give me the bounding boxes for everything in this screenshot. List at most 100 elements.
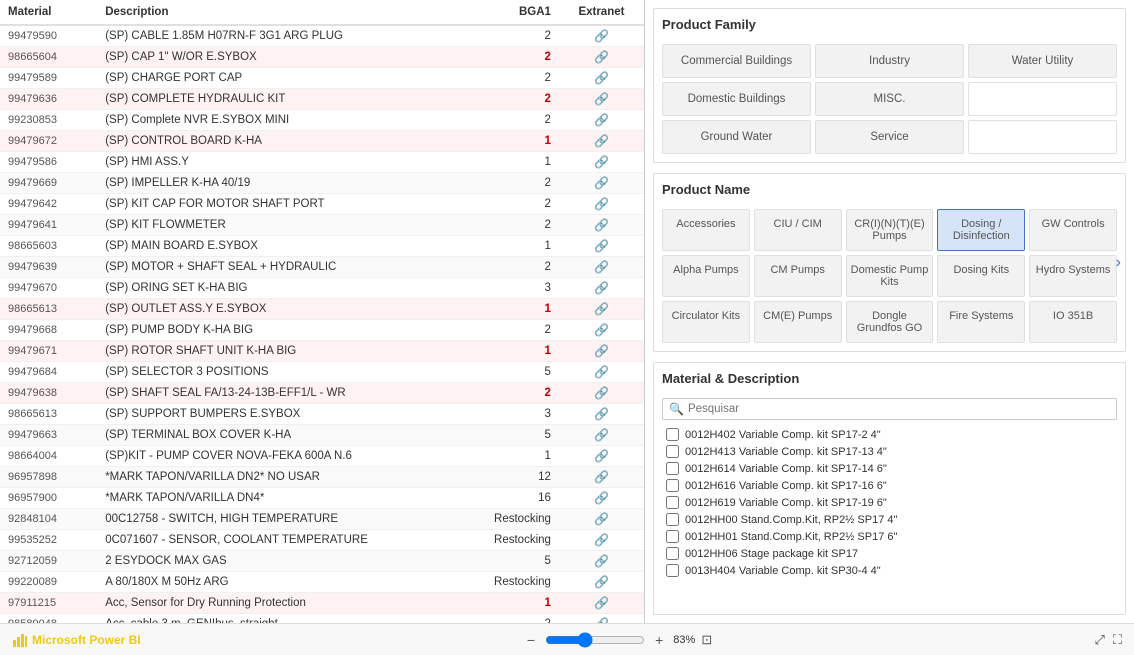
table-row[interactable]: 99479636(SP) COMPLETE HYDRAULIC KIT2🔗 bbox=[0, 89, 644, 110]
product-family-cell[interactable]: Industry bbox=[815, 44, 964, 78]
extranet-cell[interactable]: 🔗 bbox=[559, 488, 644, 509]
table-row[interactable]: 98589048Acc. cable 3 m, GENIbus, straigh… bbox=[0, 614, 644, 624]
extranet-cell[interactable]: 🔗 bbox=[559, 509, 644, 530]
product-name-cell[interactable]: CM(E) Pumps bbox=[754, 301, 842, 343]
zoom-plus-button[interactable]: + bbox=[651, 630, 667, 650]
table-row[interactable]: 98664004(SP)KIT - PUMP COVER NOVA-FEKA 6… bbox=[0, 446, 644, 467]
product-name-cell[interactable]: Dongle Grundfos GO bbox=[846, 301, 934, 343]
table-row[interactable]: 96957900*MARK TAPON/VARILLA DN4*16🔗 bbox=[0, 488, 644, 509]
material-list-item[interactable]: 0012HH00 Stand.Comp.Kit, RP2½ SP17 4" bbox=[662, 511, 1117, 528]
material-list-item[interactable]: 0013H404 Variable Comp. kit SP30-4 4" bbox=[662, 562, 1117, 579]
extranet-cell[interactable]: 🔗 bbox=[559, 236, 644, 257]
zoom-slider[interactable] bbox=[545, 632, 645, 648]
material-list-item[interactable]: 0012H619 Variable Comp. kit SP17-19 6" bbox=[662, 494, 1117, 511]
extranet-cell[interactable]: 🔗 bbox=[559, 467, 644, 488]
table-row[interactable]: 96957898*MARK TAPON/VARILLA DN2* NO USAR… bbox=[0, 467, 644, 488]
extranet-cell[interactable]: 🔗 bbox=[559, 299, 644, 320]
product-name-cell[interactable]: CR(I)(N)(T)(E) Pumps bbox=[846, 209, 934, 251]
fit-page-icon[interactable]: ⊡ bbox=[701, 632, 712, 648]
material-list-item[interactable]: 0012HH01 Stand.Comp.Kit, RP2½ SP17 6" bbox=[662, 528, 1117, 545]
product-name-cell[interactable]: Alpha Pumps bbox=[662, 255, 750, 297]
table-row[interactable]: 99479589(SP) CHARGE PORT CAP2🔗 bbox=[0, 68, 644, 89]
extranet-cell[interactable]: 🔗 bbox=[559, 47, 644, 68]
material-checkbox[interactable] bbox=[666, 530, 679, 543]
table-wrapper[interactable]: Material Description BGA1 Extranet 99479… bbox=[0, 0, 644, 623]
product-family-cell[interactable]: Service bbox=[815, 120, 964, 154]
product-family-cell[interactable]: Commercial Buildings bbox=[662, 44, 811, 78]
material-list-item[interactable]: 0012H413 Variable Comp. kit SP17-13 4" bbox=[662, 443, 1117, 460]
table-row[interactable]: 99479672(SP) CONTROL BOARD K-HA1🔗 bbox=[0, 131, 644, 152]
material-checkbox[interactable] bbox=[666, 564, 679, 577]
extranet-cell[interactable]: 🔗 bbox=[559, 530, 644, 551]
product-name-cell[interactable]: Dosing / Disinfection bbox=[937, 209, 1025, 251]
product-name-cell[interactable]: Domestic Pump Kits bbox=[846, 255, 934, 297]
extranet-cell[interactable]: 🔗 bbox=[559, 89, 644, 110]
extranet-cell[interactable]: 🔗 bbox=[559, 320, 644, 341]
table-row[interactable]: 99479670(SP) ORING SET K-HA BIG3🔗 bbox=[0, 278, 644, 299]
material-checkbox[interactable] bbox=[666, 462, 679, 475]
table-row[interactable]: 99479642(SP) KIT CAP FOR MOTOR SHAFT POR… bbox=[0, 194, 644, 215]
product-name-cell[interactable]: Circulator Kits bbox=[662, 301, 750, 343]
table-row[interactable]: 99230853(SP) Complete NVR E.SYBOX MINI2🔗 bbox=[0, 110, 644, 131]
product-family-cell[interactable]: Water Utility bbox=[968, 44, 1117, 78]
extranet-cell[interactable]: 🔗 bbox=[559, 278, 644, 299]
table-row[interactable]: 927120592 ESYDOCK MAX GAS5🔗 bbox=[0, 551, 644, 572]
extranet-cell[interactable]: 🔗 bbox=[559, 383, 644, 404]
extranet-cell[interactable]: 🔗 bbox=[559, 362, 644, 383]
table-row[interactable]: 99479671(SP) ROTOR SHAFT UNIT K-HA BIG1🔗 bbox=[0, 341, 644, 362]
product-name-cell[interactable]: Hydro Systems bbox=[1029, 255, 1117, 297]
product-name-cell[interactable]: Fire Systems bbox=[937, 301, 1025, 343]
table-row[interactable]: 99479638(SP) SHAFT SEAL FA/13-24-13B-EFF… bbox=[0, 383, 644, 404]
share-icon[interactable]: ⤢ bbox=[1094, 632, 1104, 648]
product-family-cell[interactable]: MISC. bbox=[815, 82, 964, 116]
material-checkbox[interactable] bbox=[666, 496, 679, 509]
table-row[interactable]: 99479586(SP) HMI ASS.Y1🔗 bbox=[0, 152, 644, 173]
product-name-cell[interactable]: IO 351B bbox=[1029, 301, 1117, 343]
material-list-item[interactable]: 0012H614 Variable Comp. kit SP17-14 6" bbox=[662, 460, 1117, 477]
product-name-cell[interactable]: Accessories bbox=[662, 209, 750, 251]
extranet-cell[interactable]: 🔗 bbox=[559, 173, 644, 194]
extranet-cell[interactable]: 🔗 bbox=[559, 110, 644, 131]
material-checkbox[interactable] bbox=[666, 513, 679, 526]
material-checkbox[interactable] bbox=[666, 445, 679, 458]
extranet-cell[interactable]: 🔗 bbox=[559, 446, 644, 467]
table-row[interactable]: 99479684(SP) SELECTOR 3 POSITIONS5🔗 bbox=[0, 362, 644, 383]
extranet-cell[interactable]: 🔗 bbox=[559, 551, 644, 572]
table-row[interactable]: 98665603(SP) MAIN BOARD E.SYBOX1🔗 bbox=[0, 236, 644, 257]
product-name-cell[interactable]: GW Controls bbox=[1029, 209, 1117, 251]
table-row[interactable]: 99479590(SP) CABLE 1.85M H07RN-F 3G1 ARG… bbox=[0, 25, 644, 47]
table-row[interactable]: 99479663(SP) TERMINAL BOX COVER K-HA5🔗 bbox=[0, 425, 644, 446]
table-row[interactable]: 98665613(SP) OUTLET ASS.Y E.SYBOX1🔗 bbox=[0, 299, 644, 320]
extranet-cell[interactable]: 🔗 bbox=[559, 68, 644, 89]
material-list-item[interactable]: 0012H402 Variable Comp. kit SP17-2 4" bbox=[662, 426, 1117, 443]
material-checkbox[interactable] bbox=[666, 479, 679, 492]
material-checkbox[interactable] bbox=[666, 428, 679, 441]
table-row[interactable]: 99479641(SP) KIT FLOWMETER2🔗 bbox=[0, 215, 644, 236]
extranet-cell[interactable]: 🔗 bbox=[559, 572, 644, 593]
product-name-cell[interactable]: CIU / CIM bbox=[754, 209, 842, 251]
product-family-cell[interactable]: Ground Water bbox=[662, 120, 811, 154]
zoom-minus-button[interactable]: − bbox=[523, 630, 539, 650]
table-row[interactable]: 97911215Acc, Sensor for Dry Running Prot… bbox=[0, 593, 644, 614]
material-list-item[interactable]: 0012HH06 Stage package kit SP17 bbox=[662, 545, 1117, 562]
table-row[interactable]: 99479669(SP) IMPELLER K-HA 40/192🔗 bbox=[0, 173, 644, 194]
extranet-cell[interactable]: 🔗 bbox=[559, 152, 644, 173]
material-checkbox[interactable] bbox=[666, 547, 679, 560]
product-name-cell[interactable]: Dosing Kits bbox=[937, 255, 1025, 297]
extranet-cell[interactable]: 🔗 bbox=[559, 593, 644, 614]
extranet-cell[interactable]: 🔗 bbox=[559, 425, 644, 446]
chevron-right-icon[interactable]: › bbox=[1116, 254, 1121, 272]
extranet-cell[interactable]: 🔗 bbox=[559, 257, 644, 278]
table-row[interactable]: 98665613(SP) SUPPORT BUMPERS E.SYBOX3🔗 bbox=[0, 404, 644, 425]
extranet-cell[interactable]: 🔗 bbox=[559, 614, 644, 624]
extranet-cell[interactable]: 🔗 bbox=[559, 215, 644, 236]
table-row[interactable]: 99479639(SP) MOTOR + SHAFT SEAL + HYDRAU… bbox=[0, 257, 644, 278]
search-input[interactable] bbox=[688, 403, 1110, 415]
product-name-cell[interactable]: CM Pumps bbox=[754, 255, 842, 297]
table-row[interactable]: 995352520C071607 - SENSOR, COOLANT TEMPE… bbox=[0, 530, 644, 551]
product-family-cell[interactable]: Domestic Buildings bbox=[662, 82, 811, 116]
table-row[interactable]: 9284810400C12758 - SWITCH, HIGH TEMPERAT… bbox=[0, 509, 644, 530]
table-row[interactable]: 98665604(SP) CAP 1" W/OR E.SYBOX2🔗 bbox=[0, 47, 644, 68]
extranet-cell[interactable]: 🔗 bbox=[559, 194, 644, 215]
extranet-cell[interactable]: 🔗 bbox=[559, 404, 644, 425]
